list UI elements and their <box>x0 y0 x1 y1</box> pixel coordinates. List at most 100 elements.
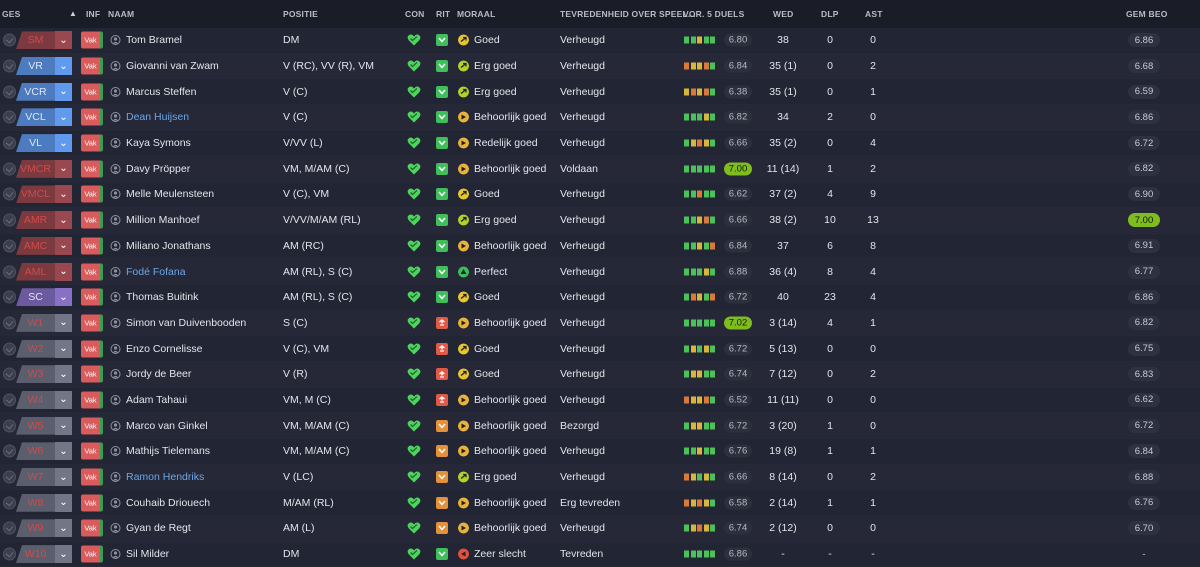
player-name[interactable]: Marcus Steffen <box>126 86 196 98</box>
position-selector[interactable]: W5 ⌄ <box>16 416 72 435</box>
player-name[interactable]: Enzo Cornelisse <box>126 343 202 355</box>
last-5-matches-form[interactable] <box>684 345 715 353</box>
player-profile-icon[interactable] <box>110 317 121 328</box>
info-badge[interactable]: Vak <box>81 237 103 255</box>
player-profile-icon[interactable] <box>110 523 121 534</box>
row-select-check-icon[interactable] <box>3 444 16 458</box>
chevron-down-icon[interactable]: ⌄ <box>55 82 72 101</box>
position-selector[interactable]: W9 ⌄ <box>16 519 72 538</box>
player-name[interactable]: Mathijs Tielemans <box>126 445 210 457</box>
info-badge[interactable]: Vak <box>81 134 103 152</box>
player-profile-icon[interactable] <box>110 292 121 303</box>
info-badge[interactable]: Vak <box>81 545 103 563</box>
col-header-rit[interactable]: RIT <box>436 9 450 19</box>
col-header-tevredenheid[interactable]: TEVREDENHEID OVER SPEEL... <box>560 9 696 19</box>
player-profile-icon[interactable] <box>110 189 121 200</box>
last-5-matches-form[interactable] <box>684 165 715 173</box>
last-5-matches-form[interactable] <box>684 113 715 121</box>
table-row[interactable]: W3 ⌄ Vak Jordy de Beer V (R) Goed Verheugd 6.74… <box>0 361 1200 388</box>
last-5-matches-form[interactable] <box>684 293 715 301</box>
chevron-down-icon[interactable]: ⌄ <box>55 185 72 204</box>
position-selector[interactable]: W3 ⌄ <box>16 365 72 384</box>
chevron-down-icon[interactable]: ⌄ <box>55 288 72 307</box>
row-select-check-icon[interactable] <box>3 187 16 201</box>
table-row[interactable]: AMR ⌄ Vak Million Manhoef V/VV/M/AM (RL) Erg … <box>0 207 1200 234</box>
chevron-down-icon[interactable]: ⌄ <box>55 313 72 332</box>
info-badge[interactable]: Vak <box>81 314 103 332</box>
position-selector[interactable]: W4 ⌄ <box>16 390 72 409</box>
player-name[interactable]: Simon van Duivenbooden <box>126 317 246 329</box>
player-profile-icon[interactable] <box>110 446 121 457</box>
player-name[interactable]: Tom Bramel <box>126 34 182 46</box>
info-badge[interactable]: Vak <box>81 57 103 75</box>
chevron-down-icon[interactable]: ⌄ <box>55 211 72 230</box>
info-badge[interactable]: Vak <box>81 519 103 537</box>
position-selector[interactable]: W7 ⌄ <box>16 468 72 487</box>
player-profile-icon[interactable] <box>110 472 121 483</box>
table-row[interactable]: VMCR ⌄ Vak Davy Pröpper VM, M/AM (C) Behoorli… <box>0 156 1200 183</box>
last-5-matches-form[interactable] <box>684 473 715 481</box>
row-select-check-icon[interactable] <box>3 33 16 47</box>
last-5-matches-form[interactable] <box>684 190 715 198</box>
last-5-matches-form[interactable] <box>684 370 715 378</box>
player-name[interactable]: Dean Huijsen <box>126 111 189 123</box>
col-header-positie[interactable]: POSITIE <box>283 9 318 19</box>
row-select-check-icon[interactable] <box>3 470 16 484</box>
player-profile-icon[interactable] <box>110 420 121 431</box>
position-selector[interactable]: W8 ⌄ <box>16 493 72 512</box>
table-row[interactable]: W2 ⌄ Vak Enzo Cornelisse V (C), VM Goed Verheu… <box>0 336 1200 362</box>
last-5-matches-form[interactable] <box>684 62 715 70</box>
row-select-check-icon[interactable] <box>3 213 16 227</box>
last-5-matches-form[interactable] <box>684 88 715 96</box>
info-badge[interactable]: Vak <box>81 83 103 101</box>
player-profile-icon[interactable] <box>110 86 121 97</box>
chevron-down-icon[interactable]: ⌄ <box>55 262 72 281</box>
last-5-matches-form[interactable] <box>684 396 715 404</box>
player-name[interactable]: Sil Milder <box>126 548 169 560</box>
row-select-check-icon[interactable] <box>3 290 16 304</box>
table-row[interactable]: VMCL ⌄ Vak Melle Meulensteen V (C), VM Goed Ve… <box>0 182 1200 208</box>
player-profile-icon[interactable] <box>110 215 121 226</box>
row-select-check-icon[interactable] <box>3 419 16 433</box>
table-row[interactable]: VR ⌄ Vak Giovanni van Zwam V (RC), VV (R), V… <box>0 53 1200 80</box>
table-row[interactable]: W8 ⌄ Vak Couhaib Driouech M/AM (RL) Behoorlij… <box>0 490 1200 517</box>
chevron-down-icon[interactable]: ⌄ <box>55 159 72 178</box>
chevron-down-icon[interactable]: ⌄ <box>55 390 72 409</box>
info-badge[interactable]: Vak <box>81 391 103 409</box>
col-header-gem-beo[interactable]: GEM BEO <box>1126 9 1168 19</box>
info-badge[interactable]: Vak <box>81 185 103 203</box>
row-select-check-icon[interactable] <box>3 342 16 356</box>
col-header-con[interactable]: CON <box>405 9 425 19</box>
player-profile-icon[interactable] <box>110 266 121 277</box>
row-select-check-icon[interactable] <box>3 496 16 510</box>
player-name[interactable]: Adam Tahaui <box>126 394 187 406</box>
last-5-matches-form[interactable] <box>684 242 715 250</box>
sort-up-icon[interactable]: ▲ <box>69 9 77 18</box>
chevron-down-icon[interactable]: ⌄ <box>55 468 72 487</box>
player-profile-icon[interactable] <box>110 343 121 354</box>
last-5-matches-form[interactable] <box>684 139 715 147</box>
player-name[interactable]: Davy Pröpper <box>126 163 190 175</box>
col-header-ges[interactable]: GES <box>2 9 21 19</box>
player-profile-icon[interactable] <box>110 497 121 508</box>
col-header-dlp[interactable]: DLP <box>821 9 839 19</box>
row-select-check-icon[interactable] <box>3 162 16 176</box>
player-name[interactable]: Jordy de Beer <box>126 368 191 380</box>
last-5-matches-form[interactable] <box>684 499 715 507</box>
row-select-check-icon[interactable] <box>3 59 16 73</box>
col-header-wed[interactable]: WED <box>773 9 793 19</box>
player-profile-icon[interactable] <box>110 240 121 251</box>
col-header-inf[interactable]: INF <box>86 9 100 19</box>
row-select-check-icon[interactable] <box>3 239 16 253</box>
player-name[interactable]: Ramon Hendriks <box>126 471 204 483</box>
col-header-naam[interactable]: NAAM <box>108 9 134 19</box>
chevron-down-icon[interactable]: ⌄ <box>55 236 72 255</box>
player-name[interactable]: Thomas Buitink <box>126 291 198 303</box>
player-profile-icon[interactable] <box>110 369 121 380</box>
row-select-check-icon[interactable] <box>3 393 16 407</box>
chevron-down-icon[interactable]: ⌄ <box>55 442 72 461</box>
chevron-down-icon[interactable]: ⌄ <box>55 339 72 358</box>
info-badge[interactable]: Vak <box>81 108 103 126</box>
player-name[interactable]: Miliano Jonathans <box>126 240 211 252</box>
row-select-check-icon[interactable] <box>3 265 16 279</box>
